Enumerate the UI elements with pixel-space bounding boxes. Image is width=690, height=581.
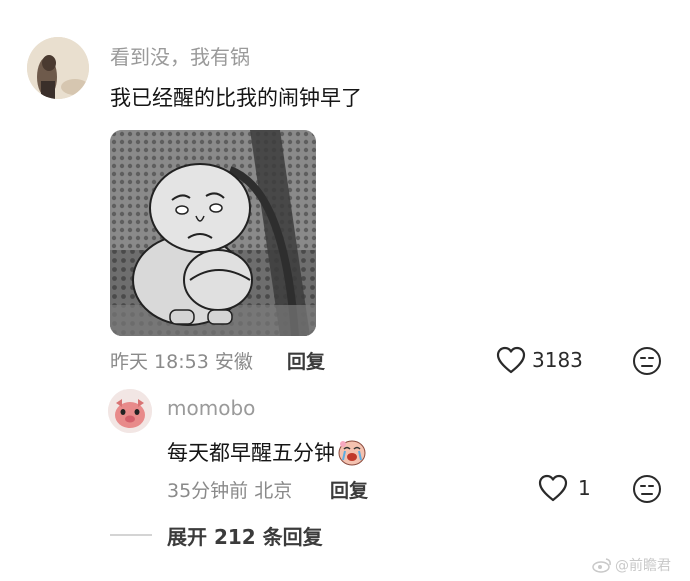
reply-emoji-reaction-button[interactable] [632,474,662,508]
reply-user-avatar[interactable] [108,389,152,433]
heart-outline-icon [496,346,526,374]
expand-divider [110,534,152,536]
comment-time: 昨天 18:53 [110,351,209,373]
heart-outline-icon [538,474,568,502]
reply-location: 北京 [254,480,293,502]
reply-text: 每天都早醒五分钟 [167,441,335,465]
expand-replies-button[interactable]: 展开 212 条回复 [167,521,323,550]
comment-text: 我已经醒的比我的闹钟早了 [110,86,362,110]
user-avatar[interactable] [27,37,89,99]
emoji-face-icon [633,475,661,503]
comment-location: 安徽 [214,351,253,373]
comment-username[interactable]: 看到没，我有锅 [110,41,250,70]
reply-button[interactable]: 回复 [287,347,325,374]
emoji-reaction-button[interactable] [632,346,662,380]
reply-time: 35分钟前 [167,480,249,502]
comment-meta: 昨天 18:53 安徽 [110,347,253,374]
emoji-face-icon [633,347,661,375]
crying-emoji-icon [338,440,366,466]
watermark: @前瞻君 [592,555,671,575]
reply-meta: 35分钟前 北京 [167,476,292,503]
reply-like-count: 1 [578,476,591,500]
reply-to-reply-button[interactable]: 回复 [330,476,368,503]
reply-text-row: 每天都早醒五分钟 [167,437,367,467]
reply-username[interactable]: momobo [167,396,255,420]
like-count: 3183 [532,348,583,372]
comment-sticker-image[interactable] [110,130,316,336]
weibo-icon [592,558,611,573]
like-button[interactable]: 3183 [496,346,583,374]
watermark-text: @前瞻君 [615,558,671,574]
reply-like-button[interactable]: 1 [538,474,591,502]
